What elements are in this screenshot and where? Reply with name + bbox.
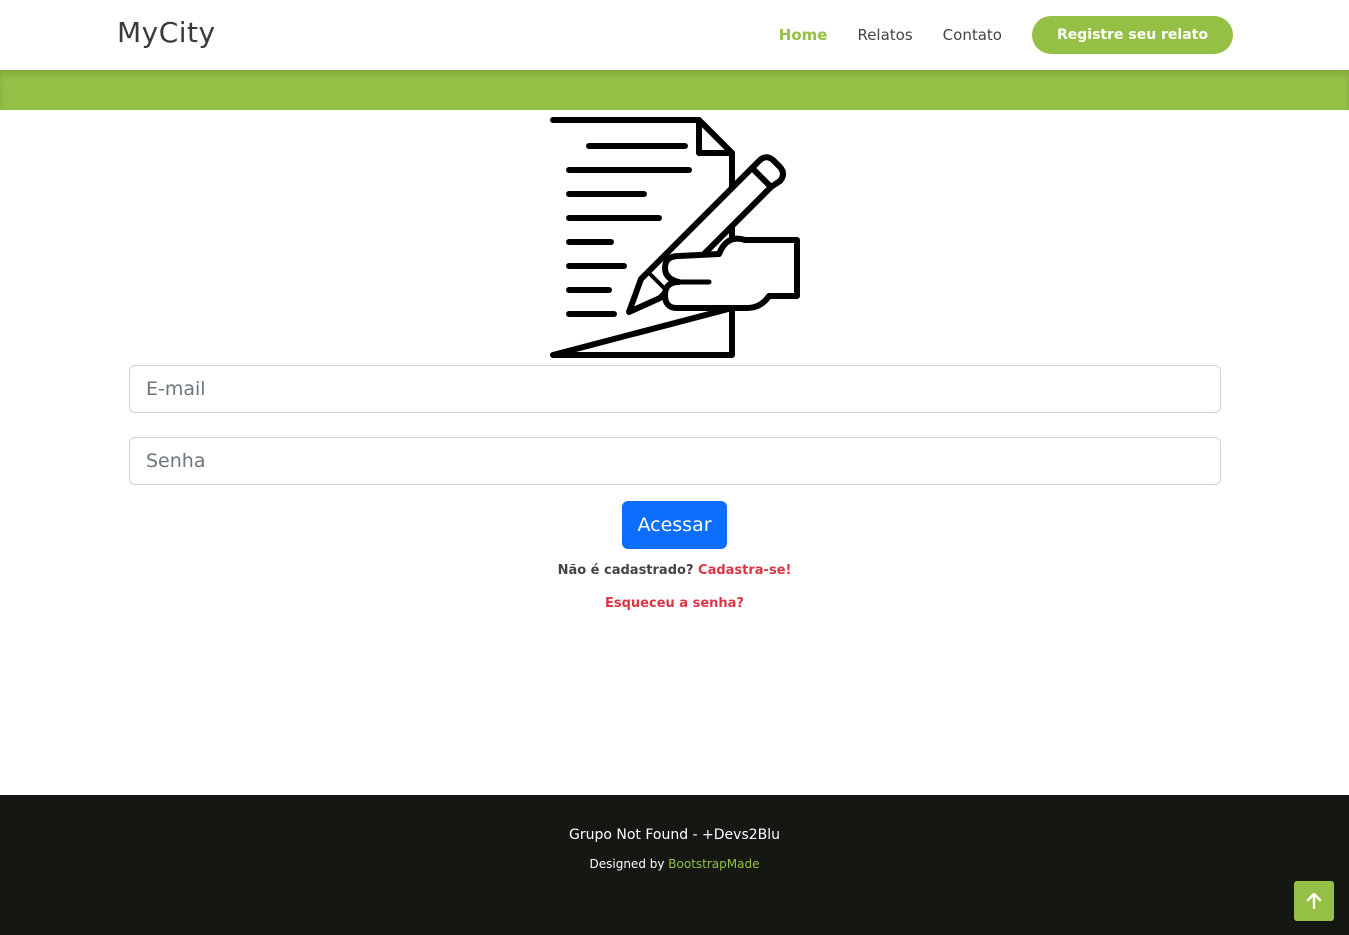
- register-link[interactable]: Cadastra-se!: [698, 563, 791, 578]
- footer-credit: Designed by BootstrapMade: [0, 857, 1349, 871]
- register-prompt-text: Não é cadastrado?: [557, 563, 694, 578]
- password-input[interactable]: [129, 437, 1221, 485]
- email-input[interactable]: [129, 365, 1221, 413]
- site-header: MyCity Home Relatos Contato Registre seu…: [0, 0, 1349, 70]
- document-edit-icon: [550, 117, 800, 358]
- nav-home-link[interactable]: Home: [779, 26, 828, 44]
- arrow-up-icon: [1306, 892, 1322, 910]
- nav-relatos-link[interactable]: Relatos: [857, 26, 912, 44]
- nav-contato-link[interactable]: Contato: [943, 26, 1002, 44]
- login-submit-button[interactable]: Acessar: [622, 501, 727, 549]
- register-report-button[interactable]: Registre seu relato: [1031, 16, 1233, 54]
- back-to-top-button[interactable]: [1294, 881, 1334, 921]
- register-prompt-line: Não é cadastrado? Cadastra-se!: [0, 563, 1349, 578]
- main-nav: Home Relatos Contato Registre seu relato: [779, 16, 1233, 54]
- footer-credit-link[interactable]: BootstrapMade: [668, 857, 759, 871]
- footer-credit-prefix: Designed by: [589, 857, 665, 871]
- footer-title: Grupo Not Found - +Devs2Blu: [568, 827, 781, 843]
- forgot-password-line: Esqueceu a senha?: [0, 596, 1349, 611]
- hero-band: [0, 70, 1349, 110]
- site-logo[interactable]: MyCity: [117, 16, 216, 49]
- forgot-password-link[interactable]: Esqueceu a senha?: [605, 596, 744, 611]
